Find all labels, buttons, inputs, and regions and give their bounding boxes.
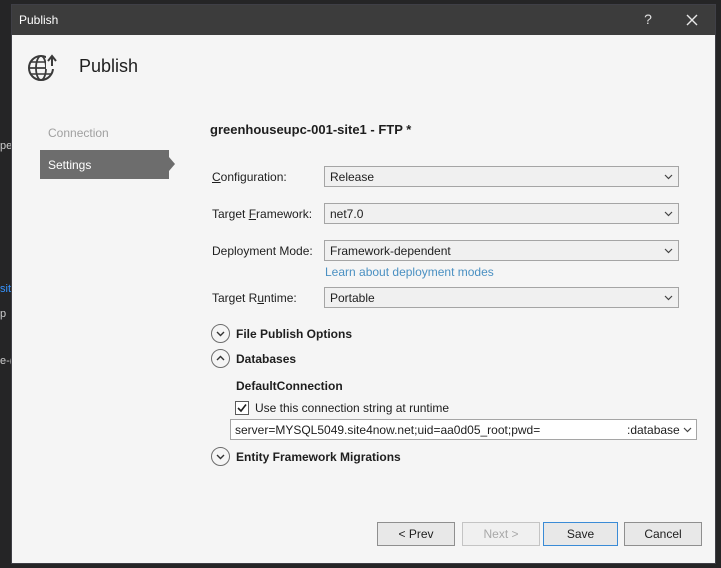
connection-string-input[interactable]: server=MYSQL5049.site4now.net;uid=aa0d05… <box>230 419 697 440</box>
deployment-mode-select[interactable]: Framework-dependent <box>324 240 679 261</box>
use-connection-checkbox[interactable] <box>235 401 249 415</box>
target-framework-value: net7.0 <box>330 207 364 221</box>
nav-item-label: Settings <box>48 158 92 172</box>
configuration-value: Release <box>330 170 375 184</box>
connection-string-value: server=MYSQL5049.site4now.net;uid=aa0d05… <box>235 423 541 437</box>
deployment-mode-label: Deployment Mode: <box>212 244 313 258</box>
page-title: Publish <box>79 56 139 76</box>
close-button[interactable] <box>682 10 702 30</box>
ef-migrations-expander[interactable]: Entity Framework Migrations <box>211 447 431 467</box>
chevron-down-icon <box>664 295 673 301</box>
close-icon <box>686 14 698 26</box>
cancel-button[interactable]: Cancel <box>624 522 702 546</box>
ef-migrations-label: Entity Framework Migrations <box>236 450 401 464</box>
target-framework-label: Target Framework: <box>212 207 313 221</box>
databases-expander[interactable]: Databases <box>211 349 361 369</box>
prev-button[interactable]: < Prev <box>377 522 455 546</box>
use-connection-label[interactable]: Use this connection string at runtime <box>255 401 449 415</box>
connection-string-tail: :database <box>627 423 680 437</box>
databases-label: Databases <box>236 352 297 366</box>
chevron-down-icon <box>664 248 673 254</box>
title-bar[interactable]: Publish ? <box>12 5 715 35</box>
expand-chevron-icon <box>211 324 230 343</box>
nav-item-settings[interactable]: Settings <box>40 150 169 179</box>
collapse-chevron-icon <box>211 349 230 368</box>
target-runtime-value: Portable <box>330 291 375 305</box>
nav-item-connection[interactable]: Connection <box>48 126 109 140</box>
next-button[interactable]: Next > <box>462 522 540 546</box>
profile-heading: greenhouseupc-001-site1 - FTP * <box>210 122 412 137</box>
chevron-down-icon <box>664 211 673 217</box>
nav-selected-indicator <box>169 157 175 171</box>
file-publish-options-label: File Publish Options <box>236 327 353 341</box>
deployment-mode-value: Framework-dependent <box>330 244 451 258</box>
checkmark-icon <box>237 404 247 413</box>
connection-name: DefaultConnection <box>236 379 343 393</box>
save-button[interactable]: Save <box>543 522 618 546</box>
chevron-down-icon[interactable] <box>683 425 692 434</box>
target-framework-select[interactable]: net7.0 <box>324 203 679 224</box>
file-publish-options-expander[interactable]: File Publish Options <box>211 324 411 344</box>
expand-chevron-icon <box>211 447 230 466</box>
window-title: Publish <box>19 13 59 27</box>
configuration-label: Configuration: <box>212 170 287 184</box>
globe-publish-icon <box>26 51 60 85</box>
chevron-down-icon <box>664 174 673 180</box>
configuration-select[interactable]: Release <box>324 166 679 187</box>
bg-fragment: p <box>0 308 7 320</box>
target-runtime-label: Target Runtime: <box>212 291 297 305</box>
help-button[interactable]: ? <box>639 11 657 29</box>
learn-deployment-modes-link[interactable]: Learn about deployment modes <box>325 265 494 279</box>
publish-dialog: Publish ? Publish Connection Settings gr… <box>11 4 716 564</box>
target-runtime-select[interactable]: Portable <box>324 287 679 308</box>
